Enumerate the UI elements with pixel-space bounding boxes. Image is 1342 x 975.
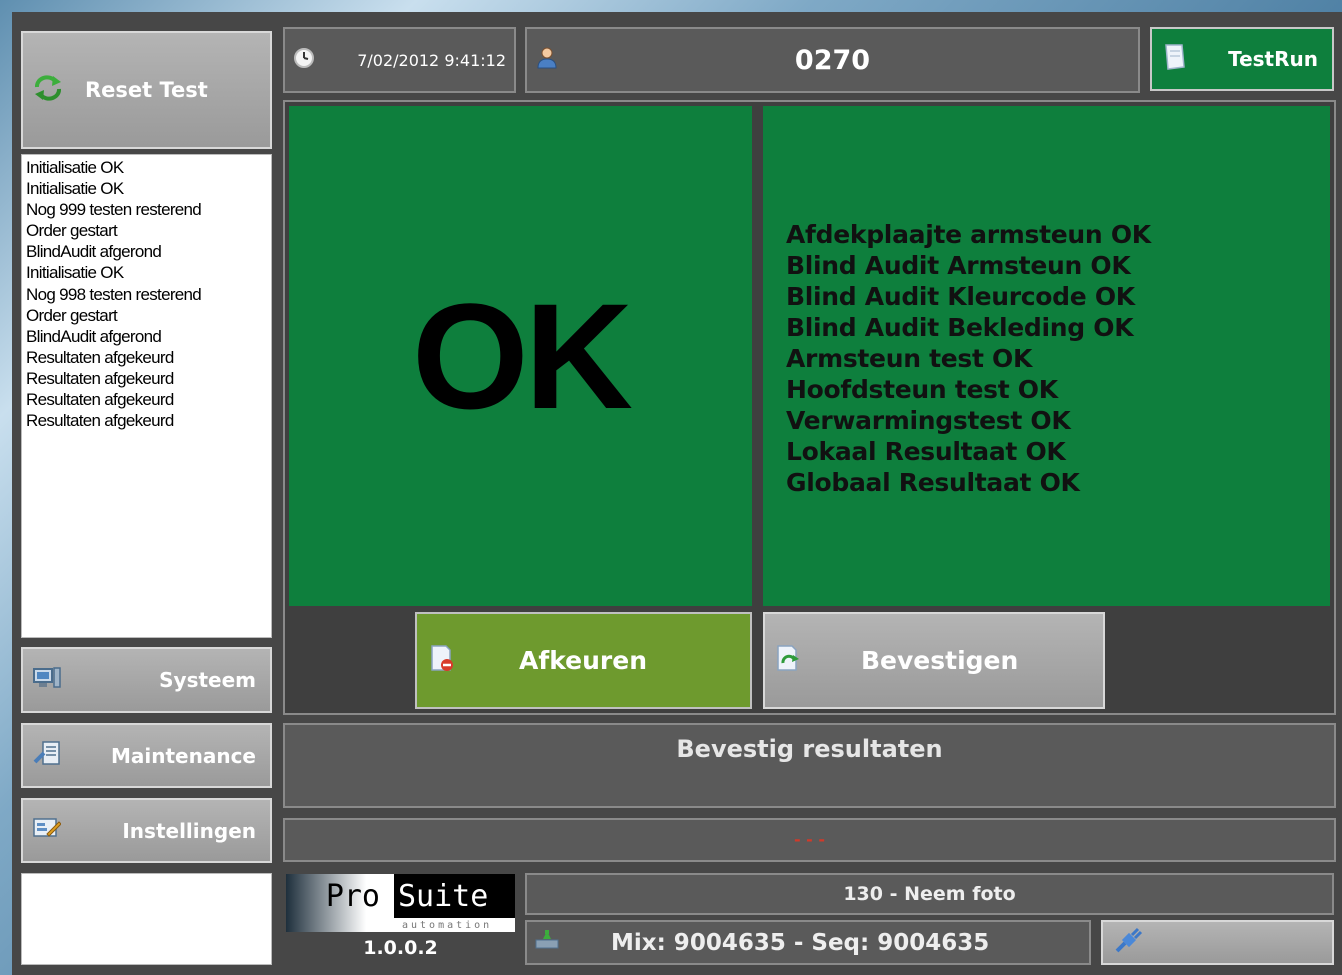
mix-seq-panel: Mix: 9004635 - Seq: 9004635 (525, 920, 1091, 965)
step-panel: 130 - Neem foto (525, 873, 1334, 915)
testrun-button[interactable]: TestRun (1150, 27, 1334, 91)
reject-document-icon (429, 644, 455, 678)
document-icon (1162, 43, 1188, 76)
result-line: Verwarmingstest OK (786, 406, 1071, 435)
reset-test-label: Reset Test (85, 78, 208, 102)
list-item: Order gestart (26, 305, 118, 325)
systeem-button[interactable]: Systeem (21, 647, 272, 713)
message-panel: Bevestig resultaten (283, 723, 1336, 808)
blank-panel (21, 873, 272, 965)
computer-icon (33, 666, 61, 695)
list-item: Initialisatie OK (26, 158, 124, 177)
version-text: 1.0.0.2 (363, 937, 438, 959)
logo-tagline: automation (402, 920, 493, 931)
refresh-icon (33, 74, 63, 106)
instellingen-label: Instellingen (122, 818, 256, 843)
result-line: Hoofdsteun test OK (786, 375, 1058, 404)
sub-message-panel: - - - (283, 818, 1336, 862)
list-item: Nog 999 testen resterend (26, 200, 202, 220)
list-item: Initialisatie OK (26, 179, 124, 199)
result-line: Afdekplaajte armsteun OK (786, 220, 1151, 249)
clock-icon (293, 47, 315, 73)
message-text: Bevestig resultaten (676, 735, 943, 763)
result-line: Blind Audit Bekleding OK (786, 313, 1134, 342)
maintenance-button[interactable]: Maintenance (21, 723, 272, 788)
list-item: Resultaten afgekeurd (26, 390, 174, 410)
status-text: OK (412, 271, 633, 440)
list-item: BlindAudit afgerond (26, 326, 162, 346)
confirm-document-icon (775, 644, 803, 678)
list-item: Resultaten afgekeurd (26, 368, 174, 388)
maintenance-label: Maintenance (110, 743, 256, 768)
datetime-panel: 7/02/2012 9:41:12 (283, 27, 516, 93)
plug-icon (1113, 927, 1143, 959)
reset-test-button[interactable]: Reset Test (21, 31, 272, 149)
prosuite-logo: Pro Suite automation (286, 874, 515, 932)
results-panel: Afdekplaajte armsteun OK Blind Audit Arm… (763, 106, 1330, 606)
result-line: Blind Audit Kleurcode OK (786, 282, 1135, 311)
connection-button[interactable] (1101, 920, 1334, 965)
confirm-button[interactable]: Bevestigen (763, 612, 1105, 709)
operator-id: 0270 (794, 44, 871, 76)
pallet-icon (533, 928, 561, 958)
list-item: Order gestart (26, 221, 118, 241)
event-log-list[interactable]: Initialisatie OK Initialisatie OK Nog 99… (21, 154, 272, 638)
mix-seq-text: Mix: 9004635 - Seq: 9004635 (611, 929, 990, 956)
confirm-label: Bevestigen (861, 646, 1019, 675)
result-line: Lokaal Resultaat OK (786, 437, 1066, 466)
list-item: Nog 998 testen resterend (26, 284, 202, 304)
settings-edit-icon (33, 816, 62, 845)
list-item: Initialisatie OK (26, 263, 124, 283)
sub-message-text: - - - (793, 830, 826, 849)
maintenance-tools-icon (33, 740, 61, 771)
result-line: Blind Audit Armsteun OK (786, 251, 1131, 280)
reject-button[interactable]: Afkeuren (415, 612, 752, 709)
list-item: BlindAudit afgerond (26, 242, 162, 262)
systeem-label: Systeem (159, 668, 256, 692)
result-line: Globaal Resultaat OK (786, 468, 1080, 497)
step-text: 130 - Neem foto (843, 883, 1016, 905)
reject-label: Afkeuren (519, 646, 648, 675)
list-item: Resultaten afgekeurd (26, 411, 174, 431)
testrun-label: TestRun (1228, 47, 1318, 71)
list-item: Resultaten afgekeurd (26, 347, 174, 367)
datetime-text: 7/02/2012 9:41:12 (357, 50, 506, 70)
logo-suite-text: Suite (394, 874, 515, 918)
result-line: Armsteun test OK (786, 344, 1033, 373)
instellingen-button[interactable]: Instellingen (21, 798, 272, 863)
operator-panel: 0270 (525, 27, 1140, 93)
status-panel: OK (289, 106, 752, 606)
logo-pro-text: Pro (325, 878, 380, 914)
